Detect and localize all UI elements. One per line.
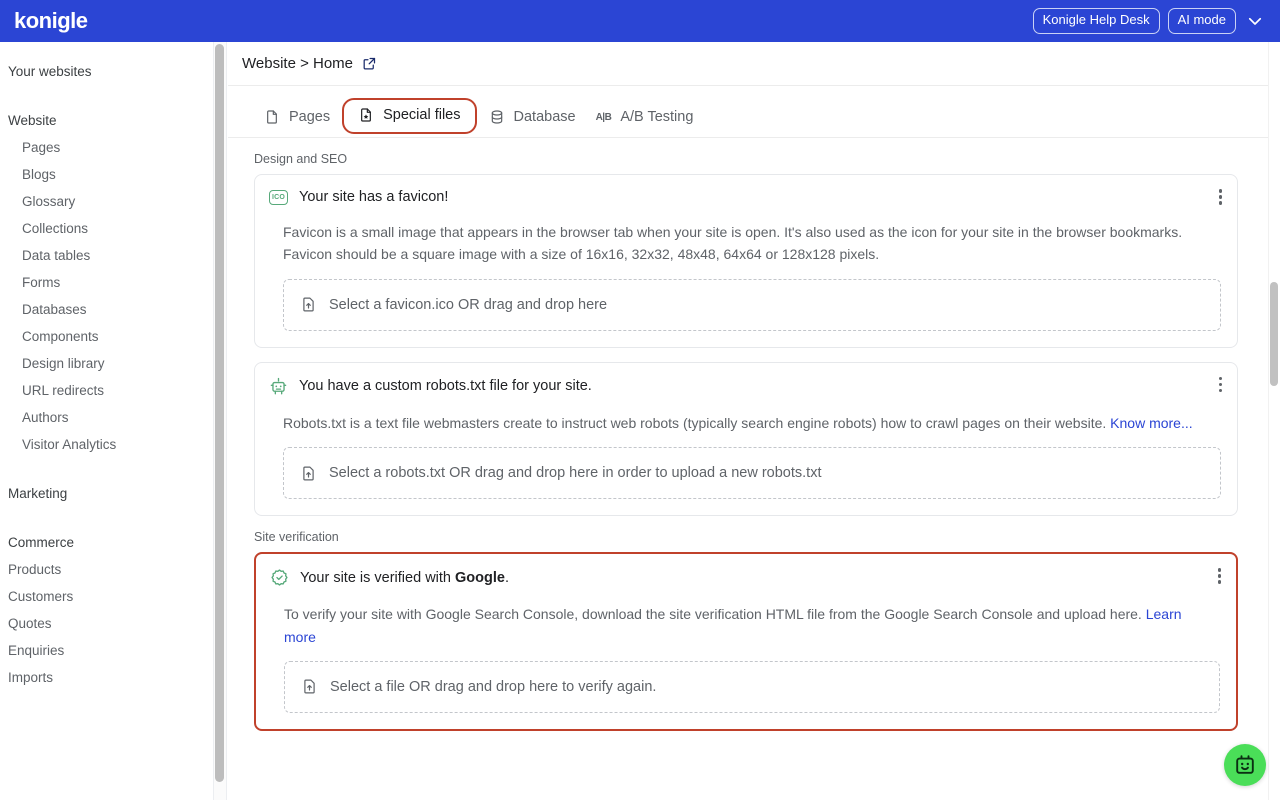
- site-verification-dropzone[interactable]: Select a file OR drag and drop here to v…: [284, 660, 1220, 713]
- verification-title-prefix: Your site is verified with: [300, 569, 456, 586]
- favicon-dropzone-label: Select a favicon.ico OR drag and drop he…: [329, 296, 608, 313]
- robots-txt-card-description: Robots.txt is a text file webmasters cre…: [269, 412, 1221, 434]
- sidebar-item-components[interactable]: Components: [0, 323, 213, 350]
- robots-txt-card-title: You have a custom robots.txt file for yo…: [299, 378, 592, 395]
- file-icon: [264, 109, 280, 125]
- ab-testing-icon: A|B: [595, 111, 612, 123]
- konigle-logo: konigle: [14, 8, 88, 33]
- favicon-dropzone[interactable]: Select a favicon.ico OR drag and drop he…: [283, 278, 1221, 331]
- external-link-icon[interactable]: [362, 56, 377, 71]
- database-icon: [489, 109, 505, 125]
- favicon-card-menu-button[interactable]: [1216, 186, 1226, 208]
- sidebar-group-commerce[interactable]: Commerce: [0, 529, 213, 556]
- sidebar-group-website[interactable]: Website: [0, 107, 213, 134]
- special-file-icon: [358, 107, 374, 123]
- robot-icon: [269, 377, 288, 396]
- breadcrumb-text[interactable]: Website > Home: [242, 55, 353, 72]
- site-verification-card-title: Your site is verified with Google.: [300, 570, 509, 586]
- sidebar-item-enquiries[interactable]: Enquiries: [0, 637, 213, 664]
- file-upload-icon: [300, 465, 317, 482]
- main-scrollbar-thumb[interactable]: [1270, 282, 1278, 386]
- tab-label: Pages: [289, 109, 331, 125]
- tab-database[interactable]: Database: [479, 103, 586, 137]
- ico-file-icon: ICO: [269, 189, 288, 205]
- verification-description-text: To verify your site with Google Search C…: [284, 606, 1146, 623]
- sidebar-item-imports[interactable]: Imports: [0, 664, 213, 691]
- tab-pages[interactable]: Pages: [254, 103, 340, 137]
- site-verification-card-header: Your site is verified with Google.: [270, 568, 1220, 587]
- sidebar-item-pages[interactable]: Pages: [0, 134, 213, 161]
- main-scrollbar-track[interactable]: [1268, 42, 1280, 800]
- file-upload-icon: [301, 678, 318, 695]
- verification-title-provider: Google: [455, 569, 505, 586]
- know-more-link[interactable]: Know more...: [1110, 415, 1192, 431]
- site-verification-card: Your site is verified with Google. To ve…: [254, 552, 1238, 731]
- sidebar-item-data-tables[interactable]: Data tables: [0, 242, 213, 269]
- sidebar-item-design-library[interactable]: Design library: [0, 350, 213, 377]
- site-verification-dropzone-label: Select a file OR drag and drop here to v…: [330, 678, 657, 695]
- site-verification-card-description: To verify your site with Google Search C…: [270, 603, 1220, 648]
- file-upload-icon: [300, 296, 317, 313]
- robots-txt-card-menu-button[interactable]: [1216, 374, 1226, 396]
- tab-bar: Pages Special files Database A|B A/B Tes…: [228, 86, 1268, 138]
- robots-txt-card-header: You have a custom robots.txt file for yo…: [269, 377, 1221, 396]
- favicon-card-title: Your site has a favicon!: [299, 189, 449, 205]
- ai-mode-button[interactable]: AI mode: [1167, 8, 1236, 34]
- sidebar-item-blogs[interactable]: Blogs: [0, 161, 213, 188]
- sidebar-scrollbar-thumb[interactable]: [215, 44, 224, 782]
- sidebar-item-url-redirects[interactable]: URL redirects: [0, 377, 213, 404]
- sidebar-item-products[interactable]: Products: [0, 556, 213, 583]
- top-bar: konigle Konigle Help Desk AI mode: [0, 0, 1280, 42]
- chatbot-robot-icon: [1233, 753, 1257, 777]
- section-label-site-verification: Site verification: [254, 530, 339, 545]
- favicon-card-description: Favicon is a small image that appears in…: [283, 224, 1183, 263]
- sidebar-item-glossary[interactable]: Glossary: [0, 188, 213, 215]
- sidebar-item-collections[interactable]: Collections: [0, 215, 213, 242]
- sidebar-item-your-websites[interactable]: Your websites: [0, 58, 213, 85]
- robots-txt-description-text: Robots.txt is a text file webmasters cre…: [283, 414, 1111, 431]
- tab-special-files[interactable]: Special files: [342, 98, 477, 134]
- special-files-panel: Design and SEO ICO Your site has a favic…: [228, 138, 1268, 731]
- konigle-help-desk-button[interactable]: Konigle Help Desk: [1032, 8, 1160, 34]
- robots-txt-dropzone-label: Select a robots.txt OR drag and drop her…: [329, 465, 822, 482]
- site-verification-card-menu-button[interactable]: [1215, 565, 1225, 587]
- tab-label: A/B Testing: [620, 109, 694, 125]
- favicon-card: ICO Your site has a favicon! Favicon is …: [254, 174, 1238, 348]
- section-label-design-seo: Design and SEO: [254, 152, 348, 166]
- chatbot-fab-button[interactable]: [1224, 744, 1266, 786]
- favicon-card-header: ICO Your site has a favicon!: [269, 189, 1221, 205]
- tab-label: Database: [513, 109, 576, 125]
- robots-txt-dropzone[interactable]: Select a robots.txt OR drag and drop her…: [283, 447, 1221, 500]
- sidebar-item-forms[interactable]: Forms: [0, 269, 213, 296]
- sidebar-item-customers[interactable]: Customers: [0, 583, 213, 610]
- sidebar-item-databases[interactable]: Databases: [0, 296, 213, 323]
- tab-ab-testing[interactable]: A|B A/B Testing: [586, 103, 704, 137]
- robots-txt-card: You have a custom robots.txt file for yo…: [254, 361, 1238, 517]
- sidebar-item-authors[interactable]: Authors: [0, 404, 213, 431]
- chevron-down-icon[interactable]: [1244, 10, 1266, 32]
- tab-label: Special files: [383, 107, 461, 123]
- verification-title-suffix: .: [504, 569, 509, 586]
- main-content: Website > Home Pages Special files Datab…: [228, 42, 1268, 800]
- sidebar: Your websites Website Pages Blogs Glossa…: [0, 42, 214, 800]
- breadcrumb: Website > Home: [228, 42, 1268, 86]
- top-bar-actions: Konigle Help Desk AI mode: [1032, 8, 1266, 34]
- sidebar-item-quotes[interactable]: Quotes: [0, 610, 213, 637]
- verified-badge-icon: [270, 568, 289, 587]
- sidebar-group-marketing[interactable]: Marketing: [0, 480, 213, 507]
- sidebar-item-visitor-analytics[interactable]: Visitor Analytics: [0, 431, 213, 458]
